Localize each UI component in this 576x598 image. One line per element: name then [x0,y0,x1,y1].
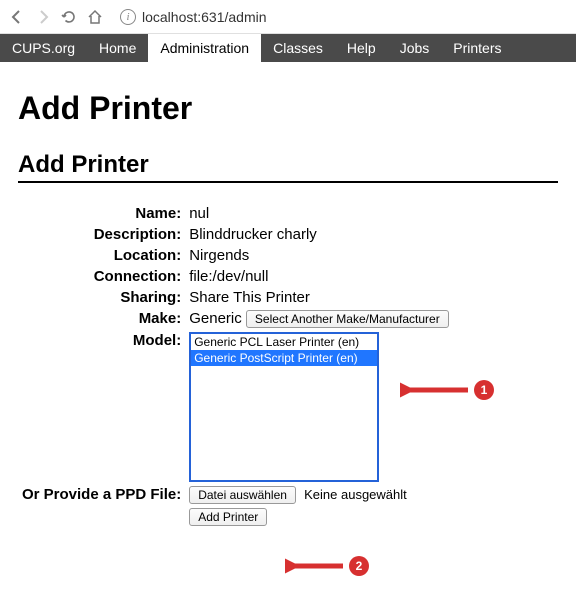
description-value: Blinddrucker charly [185,224,452,245]
connection-value: file:/dev/null [185,266,452,287]
nav-tab-classes[interactable]: Classes [261,34,335,62]
forward-icon[interactable] [34,8,52,26]
sharing-label: Sharing: [18,287,185,308]
model-select[interactable]: Generic PCL Laser Printer (en) Generic P… [189,332,379,482]
make-label: Make: [18,308,185,330]
page-content: Add Printer Add Printer Name: nul Descri… [0,62,576,546]
page-title: Add Printer [18,90,558,127]
model-option[interactable]: Generic PCL Laser Printer (en) [191,334,377,350]
nav-tab-cups-org[interactable]: CUPS.org [0,34,87,62]
make-value: Generic [189,310,242,327]
sharing-value: Share This Printer [185,287,452,308]
location-label: Location: [18,245,185,266]
ppd-label: Or Provide a PPD File: [18,484,185,506]
description-label: Description: [18,224,185,245]
arrow-icon [285,554,345,578]
nav-tab-jobs[interactable]: Jobs [388,34,442,62]
browser-toolbar: i localhost:631/admin [0,0,576,34]
annotation-number: 2 [349,556,369,576]
back-icon[interactable] [8,8,26,26]
nav-tab-administration[interactable]: Administration [148,34,261,62]
select-make-button[interactable]: Select Another Make/Manufacturer [246,310,449,328]
file-status: Keine ausgewählt [304,487,407,502]
file-choose-button[interactable]: Datei auswählen [189,486,296,504]
address-bar[interactable]: i localhost:631/admin [112,7,568,27]
printer-form: Name: nul Description: Blinddrucker char… [18,203,453,528]
home-icon[interactable] [86,8,104,26]
reload-icon[interactable] [60,8,78,26]
info-icon[interactable]: i [120,9,136,25]
connection-label: Connection: [18,266,185,287]
section-title: Add Printer [18,151,558,183]
annotation-2: 2 [285,554,369,578]
model-option[interactable]: Generic PostScript Printer (en) [191,350,377,366]
nav-tab-home[interactable]: Home [87,34,148,62]
add-printer-button[interactable]: Add Printer [189,508,267,526]
name-value: nul [185,203,452,224]
location-value: Nirgends [185,245,452,266]
name-label: Name: [18,203,185,224]
model-label: Model: [18,330,185,484]
nav-tabs: CUPS.org Home Administration Classes Hel… [0,34,576,62]
nav-tab-help[interactable]: Help [335,34,388,62]
nav-tab-printers[interactable]: Printers [441,34,513,62]
url-text: localhost:631/admin [142,9,267,25]
